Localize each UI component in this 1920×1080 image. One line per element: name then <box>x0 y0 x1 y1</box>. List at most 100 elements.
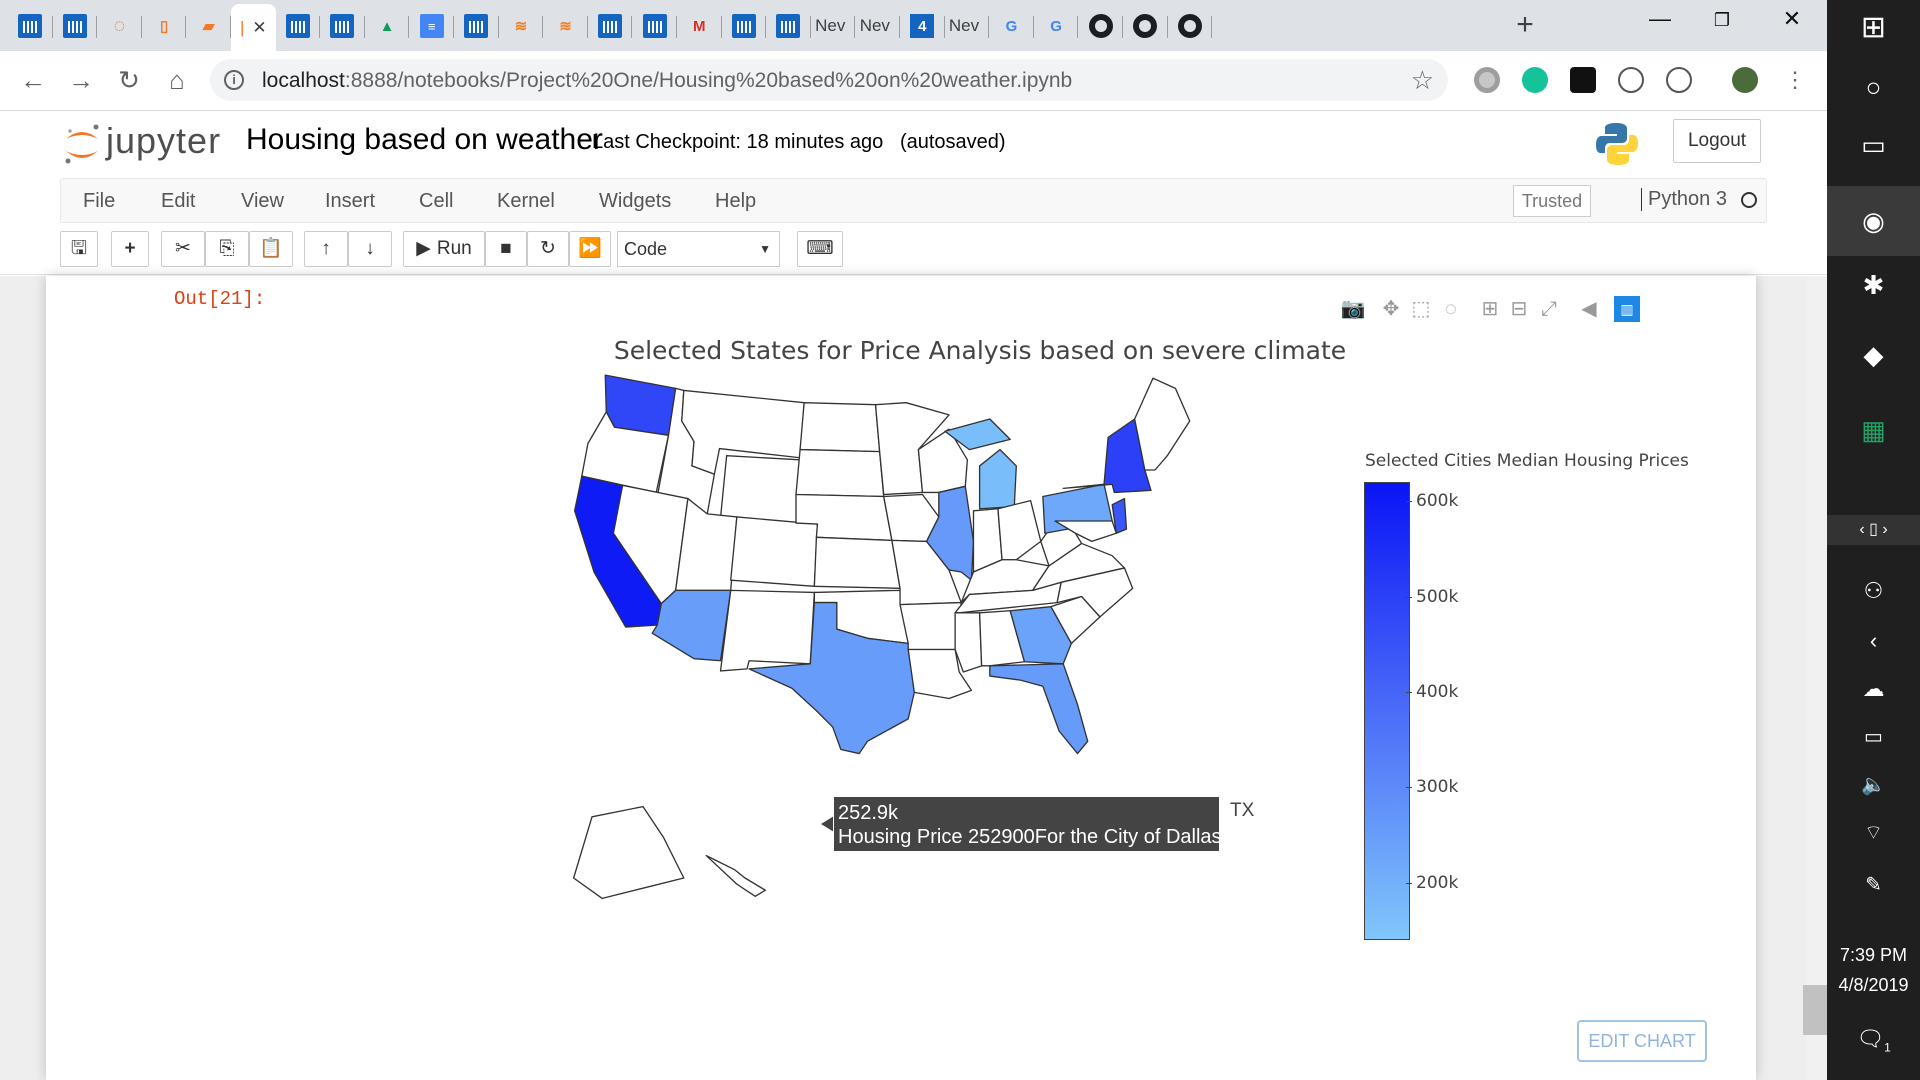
page-scrollbar[interactable] <box>1807 276 1827 1080</box>
menu-widgets[interactable]: Widgets <box>599 190 671 213</box>
back-button[interactable]: ← <box>18 65 48 95</box>
extension-check-icon[interactable] <box>1570 67 1596 93</box>
browser-tab[interactable] <box>8 6 53 46</box>
browser-tab[interactable] <box>1123 6 1168 46</box>
menu-help[interactable]: Help <box>715 190 756 213</box>
slack-icon[interactable]: ✱ <box>1827 270 1920 301</box>
onedrive-icon[interactable]: ☁ <box>1827 676 1920 702</box>
browser-tab[interactable] <box>53 6 98 46</box>
jupyter-logo-text[interactable]: jupyter <box>106 120 221 162</box>
browser-tab[interactable]: ≋ <box>543 6 588 46</box>
copy-icon[interactable]: ⎘ <box>205 231 249 267</box>
volume-icon[interactable]: 🔈 <box>1827 772 1920 797</box>
restart-run-all-icon[interactable]: ⏩ <box>569 231 611 267</box>
move-up-icon[interactable]: ↑ <box>304 231 348 267</box>
trusted-indicator[interactable]: Trusted <box>1513 185 1591 217</box>
windows-start-icon[interactable]: ⊞ <box>1827 10 1920 45</box>
close-window-button[interactable]: ✕ <box>1772 6 1812 32</box>
menu-kernel[interactable]: Kernel <box>497 190 555 213</box>
save-icon[interactable]: 🖫 <box>60 231 98 267</box>
browser-tab[interactable] <box>320 6 365 46</box>
cell-type-select[interactable]: Code ▼ <box>617 231 780 267</box>
browser-tab[interactable]: ▰ <box>186 6 231 46</box>
state-nm[interactable] <box>719 589 816 672</box>
browser-tab[interactable] <box>276 6 321 46</box>
plotly-chart[interactable]: 📷 ✥ ⬚ ◌ ⊞ ⊟ ⤢ ◀ ▥ Selected States for Pr… <box>280 276 1730 1080</box>
browser-tab[interactable] <box>588 6 633 46</box>
state-co[interactable] <box>730 516 819 587</box>
browser-tab[interactable] <box>722 6 767 46</box>
jupyter-logo-icon[interactable] <box>62 121 102 167</box>
menu-insert[interactable]: Insert <box>325 190 375 213</box>
state-hi[interactable] <box>705 854 767 898</box>
state-nd[interactable] <box>799 402 881 453</box>
wifi-icon[interactable]: ⌔ <box>1827 820 1920 845</box>
taskbar-scroll-icon[interactable]: ‹ ▯ › <box>1827 515 1920 545</box>
browser-tab[interactable]: Nev <box>855 6 900 46</box>
run-button[interactable]: ▶ Run <box>403 231 485 267</box>
grammarly-icon[interactable] <box>1522 67 1548 93</box>
browser-tab[interactable]: ◌ <box>97 6 142 46</box>
bookmark-star-icon[interactable]: ☆ <box>1411 65 1434 96</box>
extension-h-icon[interactable] <box>1618 67 1644 93</box>
browser-tab[interactable]: 4 <box>900 6 945 46</box>
pen-icon[interactable]: ✎ <box>1827 872 1920 897</box>
state-ak[interactable] <box>572 805 685 900</box>
chevron-left-icon[interactable]: ‹ <box>1827 628 1920 654</box>
state-wy[interactable] <box>719 455 801 526</box>
paste-icon[interactable]: 📋 <box>249 231 293 267</box>
browser-tab[interactable]: G <box>1034 6 1079 46</box>
excel-icon[interactable]: ▦ <box>1827 415 1920 446</box>
kernel-name[interactable]: Python 3 <box>1641 188 1727 211</box>
state-ks[interactable] <box>813 536 901 589</box>
chrome-taskbar-icon[interactable]: ◉ <box>1827 186 1920 256</box>
browser-tab[interactable] <box>766 6 811 46</box>
notification-icon[interactable]: 🗨1 <box>1827 1026 1920 1054</box>
people-icon[interactable]: ⚇ <box>1827 578 1920 604</box>
tab-close-icon[interactable]: ✕ <box>252 18 266 38</box>
forward-button[interactable]: → <box>66 65 96 95</box>
chrome-menu-icon[interactable]: ⋮ <box>1780 65 1810 95</box>
browser-tab[interactable]: G <box>989 6 1034 46</box>
new-tab-button[interactable]: + <box>1510 8 1540 42</box>
profile-avatar[interactable] <box>1732 67 1758 93</box>
browser-tab[interactable]: Nev <box>945 6 990 46</box>
state-ar[interactable] <box>899 601 962 651</box>
menu-file[interactable]: File <box>83 190 115 213</box>
state-new-england[interactable] <box>1133 377 1191 471</box>
system-clock[interactable]: 7:39 PM 4/8/2019 <box>1827 940 1920 1000</box>
logout-button[interactable]: Logout <box>1673 119 1761 163</box>
interrupt-icon[interactable]: ■ <box>485 231 527 267</box>
menu-view[interactable]: View <box>241 190 284 213</box>
task-view-icon[interactable]: ▭ <box>1827 130 1920 161</box>
add-cell-icon[interactable]: + <box>111 231 149 267</box>
restart-icon[interactable]: ↻ <box>527 231 569 267</box>
state-oh[interactable] <box>997 499 1042 561</box>
scrollbar-thumb[interactable] <box>1803 985 1827 1035</box>
menu-edit[interactable]: Edit <box>161 190 195 213</box>
address-bar[interactable]: i localhost:8888/notebooks/Project%20One… <box>210 59 1448 101</box>
search-icon[interactable]: ○ <box>1827 72 1920 103</box>
browser-tab[interactable]: ≡ <box>409 6 454 46</box>
edit-chart-button[interactable]: EDIT CHART <box>1577 1020 1707 1062</box>
browser-tab[interactable]: ≋ <box>499 6 544 46</box>
extension-dots-icon[interactable] <box>1666 67 1692 93</box>
active-tab[interactable]: | ✕ <box>231 4 276 51</box>
site-info-icon[interactable]: i <box>224 70 244 90</box>
state-sd[interactable] <box>795 448 885 498</box>
state-az[interactable] <box>651 589 732 662</box>
state-fl[interactable] <box>989 663 1089 755</box>
notebook-title[interactable]: Housing based on weather <box>246 123 603 157</box>
reload-button[interactable]: ↻ <box>114 65 144 95</box>
browser-tab[interactable]: ▯ <box>142 6 187 46</box>
browser-tab[interactable] <box>1168 6 1213 46</box>
move-down-icon[interactable]: ↓ <box>348 231 392 267</box>
state-ms[interactable] <box>954 612 983 673</box>
browser-tab[interactable] <box>454 6 499 46</box>
cut-icon[interactable]: ✂ <box>161 231 205 267</box>
sourcetree-icon[interactable]: ◆ <box>1827 340 1920 371</box>
browser-tab[interactable]: Nev <box>811 6 856 46</box>
browser-tab[interactable]: M <box>677 6 722 46</box>
minimize-button[interactable]: — <box>1640 6 1680 32</box>
home-button[interactable]: ⌂ <box>162 65 192 95</box>
